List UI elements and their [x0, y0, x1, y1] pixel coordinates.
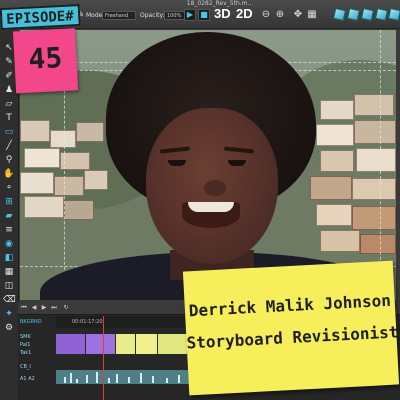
timeline-clip[interactable]	[116, 334, 136, 354]
town-house	[20, 120, 50, 142]
line-tool-icon[interactable]: ╱	[3, 140, 15, 152]
opacity-select[interactable]: 100%	[164, 11, 186, 20]
timeline-clip[interactable]	[158, 334, 188, 354]
episode-number-note: 45	[12, 28, 79, 94]
cube-tool-3-icon[interactable]	[360, 7, 375, 22]
cube-tool-2-icon[interactable]	[346, 7, 361, 22]
town-house	[354, 94, 394, 116]
town-house	[316, 204, 352, 226]
town-house	[54, 176, 84, 196]
audio-waveform	[76, 379, 78, 383]
town-house	[24, 148, 60, 168]
grid-tool-icon[interactable]: ▦	[3, 266, 15, 278]
mode-select[interactable]: Freehand	[102, 11, 136, 20]
town-house	[20, 172, 54, 194]
opacity-label: Opacity:	[140, 12, 165, 19]
track-row-label[interactable]: Tak1	[18, 348, 54, 359]
audio-track[interactable]	[56, 370, 190, 384]
timeline-clip[interactable]	[86, 334, 116, 354]
episode-label-tag: EPISODE#	[0, 3, 81, 31]
town-house	[320, 230, 360, 252]
timeline-clip[interactable]	[56, 334, 86, 354]
timeline-clip[interactable]	[136, 334, 158, 354]
audio-waveform	[116, 374, 118, 383]
loop-icon[interactable]: ↻	[62, 304, 70, 312]
town-house	[84, 170, 108, 190]
audio-waveform	[96, 372, 98, 383]
town-house	[360, 234, 396, 254]
track-label-bkgrnd[interactable]: BKGRND	[18, 317, 54, 328]
town-house	[24, 196, 64, 218]
guest-smile	[182, 202, 240, 228]
audio-waveform	[166, 378, 168, 383]
rectangle-tool-icon[interactable]: ▭	[3, 126, 15, 138]
town-house	[352, 206, 396, 230]
track-row-label[interactable]: CB_I	[18, 362, 54, 373]
transform-tool-icon[interactable]: ⊞	[3, 196, 15, 208]
town-house	[76, 122, 104, 142]
audio-waveform	[70, 373, 72, 383]
fill-tool-icon[interactable]: ◧	[3, 252, 15, 264]
text-tool-icon[interactable]: T	[3, 112, 15, 124]
stop-button[interactable]: ■	[198, 9, 210, 21]
pan-icon[interactable]: ✥	[292, 9, 304, 21]
settings-icon[interactable]: ⚙	[3, 322, 15, 334]
guest-name-note: Derrick Malik Johnson Storyboard Revisio…	[182, 260, 400, 396]
audio-waveform	[128, 377, 130, 383]
mode-2d-toggle[interactable]: 2D	[236, 6, 253, 22]
zoom-tool-icon[interactable]: ⚬	[3, 182, 15, 194]
hand-tool-icon[interactable]: ✋	[3, 168, 15, 180]
grid-icon[interactable]: ▦	[306, 9, 318, 21]
cube-tool-1-icon[interactable]	[332, 7, 347, 22]
audio-waveform	[86, 375, 88, 383]
town-house	[320, 100, 354, 120]
town-house	[356, 148, 396, 172]
town-house	[352, 178, 396, 200]
guest-nose	[204, 180, 226, 196]
audio-waveform	[108, 378, 110, 383]
episode-number: 45	[27, 40, 64, 76]
audio-waveform	[64, 377, 66, 383]
play-button[interactable]: ▶	[184, 9, 196, 21]
light-tool-icon[interactable]: ✦	[3, 308, 15, 320]
mode-3d-toggle[interactable]: 3D	[214, 6, 231, 22]
cube-tool-4-icon[interactable]	[374, 7, 389, 22]
town-house	[316, 124, 354, 146]
layers-tool-icon[interactable]: ≡	[3, 224, 15, 236]
audio-waveform	[152, 376, 154, 383]
frame-back-icon[interactable]: ◀	[30, 304, 38, 312]
town-house	[320, 150, 354, 172]
episode-label: EPISODE#	[5, 8, 75, 28]
episode-note: EPISODE# 45	[0, 3, 84, 98]
guest-name: Derrick Malik Johnson	[188, 290, 392, 321]
audio-waveform	[178, 375, 180, 383]
storyboard-app: 18_0282_Rev_5th.m... ⌂ ▤ ▣ ↶ ↷ ✎ Mode: F…	[0, 0, 400, 400]
skip-start-icon[interactable]: ⏮	[20, 304, 28, 312]
guest-role: Storyboard Revisionist	[186, 322, 399, 353]
eyedropper-tool-icon[interactable]: ⚲	[3, 154, 15, 166]
camera-tool-icon[interactable]: ▰	[3, 210, 15, 222]
cube-tool-5-icon[interactable]	[387, 7, 400, 22]
ruler-time: 00:01:17:20	[72, 319, 103, 325]
zoom-out-icon[interactable]: ⊖	[260, 9, 272, 21]
town-house	[354, 120, 396, 144]
town-house	[64, 200, 94, 220]
safe-area-guide	[380, 30, 381, 300]
eraser-tool-icon[interactable]: ▱	[3, 98, 15, 110]
playhead[interactable]	[103, 316, 104, 400]
guest-teeth	[188, 202, 234, 212]
frame-forward-icon[interactable]: ▶	[40, 304, 48, 312]
zoom-in-icon[interactable]: ⊕	[274, 9, 286, 21]
trash-icon[interactable]: ⌫	[3, 294, 16, 306]
skip-end-icon[interactable]: ⏭	[50, 304, 58, 312]
town-house	[310, 176, 352, 200]
track-row-label[interactable]: A1 A2	[18, 374, 54, 385]
mirror-tool-icon[interactable]: ◫	[3, 280, 15, 292]
audio-waveform	[140, 373, 142, 383]
color-tool-icon[interactable]: ◉	[3, 238, 15, 250]
town-house	[50, 130, 76, 148]
